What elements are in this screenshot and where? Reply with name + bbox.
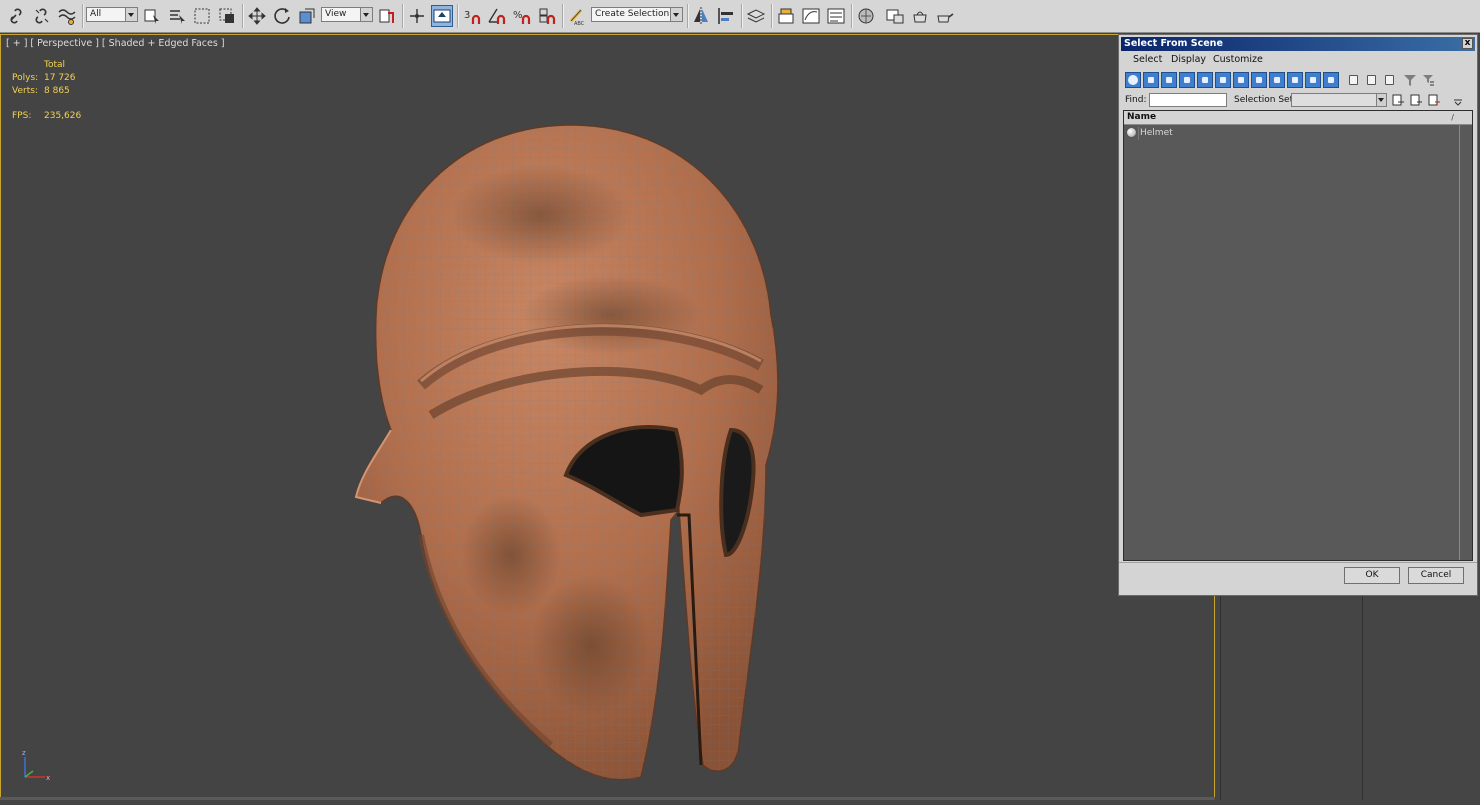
bind-space-warp-icon[interactable] <box>56 5 78 27</box>
svg-text:ABC: ABC <box>574 21 585 26</box>
align-icon[interactable] <box>715 5 737 27</box>
display-groups-icon[interactable] <box>1233 72 1249 88</box>
angle-snap-icon[interactable] <box>486 5 508 27</box>
stats-polys-label: Polys: <box>12 73 39 83</box>
display-none-icon[interactable] <box>1363 72 1379 88</box>
rendered-frame-window-icon[interactable] <box>909 5 931 27</box>
display-frozen-icon[interactable] <box>1305 72 1321 88</box>
scene-object-list[interactable]: Name / Helmet <box>1123 110 1473 561</box>
window-crossing-icon[interactable] <box>216 5 238 27</box>
link-icon[interactable] <box>6 5 28 27</box>
selection-filter-value: All <box>90 9 102 19</box>
layer-explorer-icon[interactable] <box>745 5 767 27</box>
rectangular-selection-icon[interactable] <box>191 5 213 27</box>
display-lights-icon[interactable] <box>1161 72 1177 88</box>
pivot-center-icon[interactable] <box>376 5 398 27</box>
display-geometry-icon[interactable] <box>1125 72 1141 88</box>
add-to-selection-set-icon[interactable] <box>1409 93 1423 107</box>
list-item[interactable]: Helmet <box>1126 127 1456 140</box>
select-from-scene-dialog: Select From Scene x Select Display Custo… <box>1118 34 1478 596</box>
material-editor-icon[interactable] <box>855 5 877 27</box>
display-shapes-icon[interactable] <box>1143 72 1159 88</box>
spinner-snap-icon[interactable] <box>536 5 558 27</box>
cancel-button[interactable]: Cancel <box>1408 567 1464 584</box>
display-bones-icon[interactable] <box>1269 72 1285 88</box>
snaps-toggle-icon[interactable]: 3 <box>461 5 483 27</box>
stats-fps-value: 235,626 <box>44 111 82 121</box>
display-containers-icon[interactable] <box>1287 72 1303 88</box>
selection-set-dropdown[interactable] <box>1291 93 1387 107</box>
hierarchy-icon[interactable] <box>1421 73 1435 87</box>
select-by-name-icon[interactable] <box>166 5 188 27</box>
display-space-warps-icon[interactable] <box>1215 72 1231 88</box>
stats-verts-value: 8 865 <box>44 86 70 96</box>
axis-z-label: z <box>22 749 26 757</box>
select-manipulate-icon[interactable] <box>406 5 428 27</box>
menu-select[interactable]: Select <box>1133 54 1162 65</box>
ok-button[interactable]: OK <box>1344 567 1400 584</box>
scene-explorer-icon[interactable] <box>775 5 797 27</box>
named-selection-set-dropdown[interactable]: Create Selection Se <box>591 7 683 22</box>
display-all-icon[interactable] <box>1345 72 1361 88</box>
filter-icon[interactable] <box>1403 73 1417 87</box>
dialog-title: Select From Scene <box>1124 38 1223 49</box>
helmet-model[interactable] <box>341 85 801 805</box>
menu-customize[interactable]: Customize <box>1213 54 1263 65</box>
svg-text:3: 3 <box>464 10 470 21</box>
rotate-icon[interactable] <box>271 5 293 27</box>
mirror-icon[interactable] <box>690 5 712 27</box>
move-icon[interactable] <box>246 5 268 27</box>
display-cameras-icon[interactable] <box>1179 72 1195 88</box>
selection-set-label: Selection Set: <box>1234 95 1297 105</box>
stats-verts-label: Verts: <box>12 86 38 96</box>
select-object-icon[interactable] <box>141 5 163 27</box>
edit-named-selection-icon[interactable]: ABC <box>566 5 588 27</box>
find-input[interactable] <box>1149 93 1227 107</box>
find-label: Find: <box>1125 95 1147 105</box>
create-selection-set-icon[interactable] <box>1391 93 1405 107</box>
options-chevron-icon[interactable] <box>1451 95 1465 109</box>
selection-filter-dropdown[interactable]: All <box>86 7 138 22</box>
schematic-view-icon[interactable] <box>825 5 847 27</box>
perspective-viewport[interactable]: [ + ] [ Perspective ] [ Shaded + Edged F… <box>0 34 1215 798</box>
main-toolbar: All View 3 % ABC Create Selection Se <box>0 0 1480 33</box>
name-column-label: Name <box>1127 112 1157 122</box>
reference-coordinate-dropdown[interactable]: View <box>321 7 373 22</box>
list-item-name: Helmet <box>1140 128 1173 138</box>
display-hidden-icon[interactable] <box>1323 72 1339 88</box>
dialog-title-bar[interactable]: Select From Scene x <box>1121 37 1475 51</box>
reference-coordinate-value: View <box>325 9 347 19</box>
close-icon[interactable]: x <box>1462 38 1473 49</box>
percent-snap-icon[interactable]: % <box>511 5 533 27</box>
display-invert-icon[interactable] <box>1381 72 1397 88</box>
unlink-icon[interactable] <box>31 5 53 27</box>
display-xrefs-icon[interactable] <box>1251 72 1267 88</box>
sort-indicator: / <box>1451 113 1454 122</box>
viewport-label[interactable]: [ + ] [ Perspective ] [ Shaded + Edged F… <box>6 38 225 49</box>
curve-editor-icon[interactable] <box>800 5 822 27</box>
render-production-icon[interactable] <box>934 5 956 27</box>
stats-total-label: Total <box>44 60 66 70</box>
svg-text:%: % <box>513 10 523 21</box>
axis-gizmo: z x <box>22 749 50 782</box>
render-setup-icon[interactable] <box>884 5 906 27</box>
remove-from-selection-set-icon[interactable] <box>1427 93 1441 107</box>
keyboard-shortcut-override-icon[interactable] <box>431 5 453 27</box>
stats-fps-label: FPS: <box>12 111 32 121</box>
menu-display[interactable]: Display <box>1171 54 1206 65</box>
axis-x-label: x <box>46 774 50 782</box>
name-column-header[interactable]: Name / <box>1124 111 1472 125</box>
geometry-sphere-icon <box>1126 127 1137 138</box>
scale-icon[interactable] <box>296 5 318 27</box>
display-helpers-icon[interactable] <box>1197 72 1213 88</box>
stats-polys-value: 17 726 <box>44 73 76 83</box>
